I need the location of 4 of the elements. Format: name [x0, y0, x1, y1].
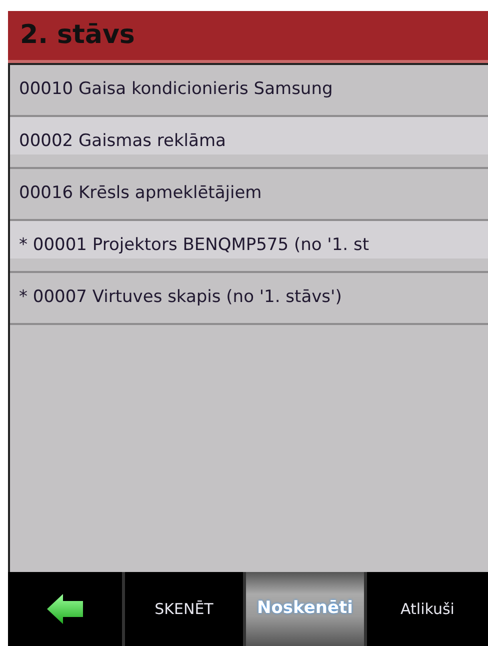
list-item[interactable]: * 00001 Projektors BENQMP575 (no '1. st: [10, 221, 488, 273]
screen-title: 2. stāvs: [20, 19, 135, 52]
list-item[interactable]: 00002 Gaismas reklāma: [10, 117, 488, 169]
back-arrow-icon: [45, 592, 85, 626]
